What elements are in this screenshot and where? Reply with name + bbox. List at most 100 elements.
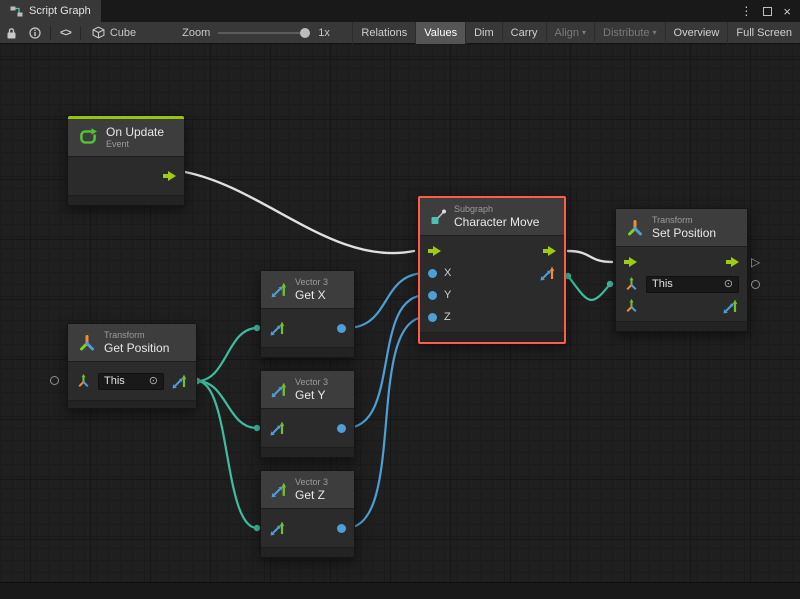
node-footer xyxy=(420,332,564,342)
fullscreen-button[interactable]: Full Screen xyxy=(727,22,800,44)
node-header[interactable]: Transform Get Position xyxy=(68,324,196,362)
node-set-position[interactable]: Transform Set Position xyxy=(615,208,748,332)
code-view-icon[interactable]: <> xyxy=(54,22,77,44)
window-controls: ⋮ × xyxy=(740,0,800,22)
close-icon[interactable]: × xyxy=(783,5,791,18)
flow-input-port[interactable] xyxy=(624,257,637,267)
overview-button[interactable]: Overview xyxy=(665,22,728,44)
node-header[interactable]: Vector 3 Get Z xyxy=(261,471,354,509)
relations-button[interactable]: Relations xyxy=(352,22,415,44)
value-output-port[interactable] xyxy=(337,424,346,433)
vector-input-port[interactable] xyxy=(269,420,286,437)
connection-wire[interactable] xyxy=(346,295,426,428)
vector-input-port[interactable] xyxy=(269,520,286,537)
connection-wire[interactable] xyxy=(197,381,257,528)
node-title: Character Move xyxy=(454,215,539,229)
node-footer xyxy=(616,321,747,331)
node-get-position[interactable]: Transform Get Position This ⊙ xyxy=(67,323,197,409)
cube-icon xyxy=(92,26,105,39)
tab-bar: Script Graph ⋮ × xyxy=(0,0,800,22)
wire-endpoint-dot xyxy=(607,281,613,287)
node-header[interactable]: Vector 3 Get Y xyxy=(261,371,354,409)
this-value: This xyxy=(652,278,673,290)
flow-output-port[interactable] xyxy=(543,246,556,256)
node-type-label: Vector 3 xyxy=(295,277,328,288)
target-picker-icon[interactable]: ⊙ xyxy=(724,279,733,290)
carry-button[interactable]: Carry xyxy=(502,22,546,44)
node-title: Get X xyxy=(295,288,328,302)
zoom-slider-knob[interactable] xyxy=(300,28,310,38)
this-value: This xyxy=(104,375,125,387)
unconnected-port-circle[interactable] xyxy=(50,376,59,385)
node-get-x[interactable]: Vector 3 Get X xyxy=(260,270,355,358)
node-get-y[interactable]: Vector 3 Get Y xyxy=(260,370,355,458)
graph-canvas[interactable]: On Update Event xyxy=(0,44,800,599)
input-port-x[interactable] xyxy=(428,269,437,278)
connection-wire[interactable] xyxy=(185,172,414,253)
this-target-field[interactable]: This ⊙ xyxy=(646,276,739,293)
node-header[interactable]: On Update Event xyxy=(68,119,184,157)
node-header[interactable]: Vector 3 Get X xyxy=(261,271,354,309)
tab-script-graph[interactable]: Script Graph xyxy=(0,0,101,22)
unconnected-port-circle[interactable] xyxy=(751,280,760,289)
node-character-move[interactable]: Subgraph Character Move X xyxy=(418,196,566,344)
connection-wire[interactable] xyxy=(346,317,426,528)
node-title: Get Y xyxy=(295,388,328,402)
node-footer xyxy=(261,347,354,357)
maximize-icon[interactable] xyxy=(763,7,772,16)
connection-wire[interactable] xyxy=(197,328,257,381)
node-title: Get Position xyxy=(104,341,169,355)
zoom-slider[interactable] xyxy=(218,27,310,39)
vector3-icon xyxy=(270,281,288,299)
this-target-field[interactable]: This ⊙ xyxy=(98,373,164,390)
vector-output-port[interactable] xyxy=(722,298,739,315)
node-header[interactable]: Transform Set Position xyxy=(616,209,747,247)
node-title: Set Position xyxy=(652,226,716,240)
transform-axes-icon[interactable] xyxy=(624,299,639,314)
connection-wire[interactable] xyxy=(346,273,426,328)
node-type-label: Vector 3 xyxy=(295,377,328,388)
zoom-slider-track xyxy=(218,32,310,34)
vector3-icon xyxy=(270,381,288,399)
connection-wire[interactable] xyxy=(568,276,610,300)
transform-axes-icon[interactable] xyxy=(624,277,639,292)
node-get-z[interactable]: Vector 3 Get Z xyxy=(260,470,355,558)
vector-input-port[interactable] xyxy=(269,320,286,337)
unconnected-port-triangle[interactable]: ▷ xyxy=(751,256,760,268)
connection-wire[interactable] xyxy=(197,381,257,428)
dim-button[interactable]: Dim xyxy=(465,22,502,44)
node-header[interactable]: Subgraph Character Move xyxy=(420,198,564,236)
node-on-update[interactable]: On Update Event xyxy=(67,115,185,206)
flow-input-port[interactable] xyxy=(428,246,441,256)
port-label-x: X xyxy=(444,267,451,279)
node-type-label: Vector 3 xyxy=(295,477,328,488)
input-port-z[interactable] xyxy=(428,313,437,322)
subgraph-icon xyxy=(429,208,447,226)
node-subtitle: Event xyxy=(106,139,164,150)
graph-object-selector[interactable]: Cube xyxy=(84,26,144,39)
flow-output-port[interactable] xyxy=(163,171,176,181)
value-output-port[interactable] xyxy=(337,324,346,333)
transform-axes-icon[interactable] xyxy=(76,374,91,389)
align-button[interactable]: Align ▾ xyxy=(546,22,594,44)
value-output-port[interactable] xyxy=(337,524,346,533)
node-type-label: Transform xyxy=(104,330,169,341)
node-type-label: Subgraph xyxy=(454,204,539,215)
graph-toolbar: <> Cube Zoom 1x Relations Values Dim Car… xyxy=(0,22,800,44)
info-icon[interactable] xyxy=(23,22,47,44)
flow-output-port[interactable] xyxy=(726,257,739,267)
values-button[interactable]: Values xyxy=(415,22,465,44)
vector-output-port[interactable] xyxy=(171,373,188,390)
connection-wire[interactable] xyxy=(568,251,612,262)
target-picker-icon[interactable]: ⊙ xyxy=(149,376,158,387)
script-graph-icon xyxy=(10,5,23,18)
input-port-y[interactable] xyxy=(428,291,437,300)
lock-icon[interactable] xyxy=(0,22,23,44)
tab-menu-icon[interactable]: ⋮ xyxy=(740,5,752,17)
graph-object-name: Cube xyxy=(110,27,136,39)
node-title: On Update xyxy=(106,125,164,139)
vector-output-port[interactable] xyxy=(539,265,556,282)
toolbar-buttons: Relations Values Dim Carry Align ▾ Distr… xyxy=(352,22,800,44)
event-loop-icon xyxy=(77,127,99,149)
distribute-button[interactable]: Distribute ▾ xyxy=(594,22,664,44)
